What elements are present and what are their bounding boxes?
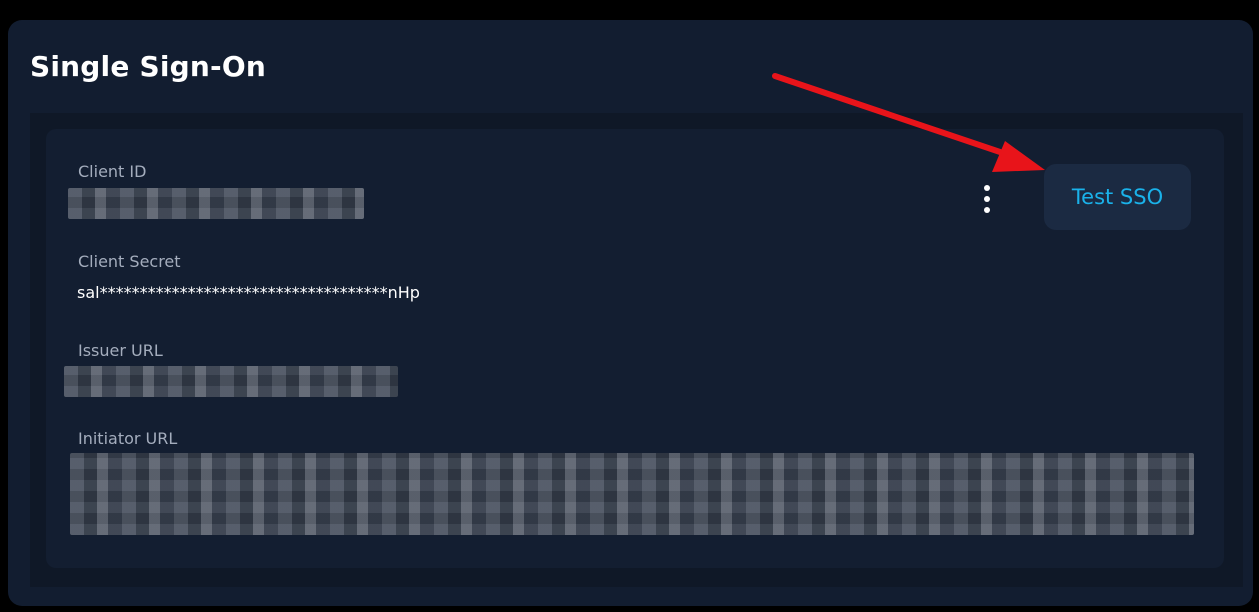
initiator-url-label: Initiator URL — [78, 429, 178, 448]
sso-settings-card: Client ID Client Secret sal*************… — [46, 129, 1224, 568]
test-sso-button[interactable]: Test SSO — [1044, 164, 1191, 230]
client-id-value-redacted — [68, 188, 364, 219]
client-secret-value: sal************************************n… — [77, 283, 420, 302]
ellipsis-dot — [984, 196, 990, 202]
sso-panel: Single Sign-On Client ID Client Secret s… — [8, 20, 1253, 606]
ellipsis-dot — [984, 185, 990, 191]
issuer-url-value-redacted — [64, 366, 398, 397]
initiator-url-value-redacted — [70, 453, 1194, 535]
issuer-url-label: Issuer URL — [78, 341, 163, 360]
panel-title: Single Sign-On — [30, 50, 266, 83]
client-secret-label: Client Secret — [78, 252, 181, 271]
more-options-icon[interactable] — [976, 179, 998, 219]
client-id-label: Client ID — [78, 162, 147, 181]
sso-settings-frame: Client ID Client Secret sal*************… — [30, 113, 1243, 587]
ellipsis-dot — [984, 207, 990, 213]
